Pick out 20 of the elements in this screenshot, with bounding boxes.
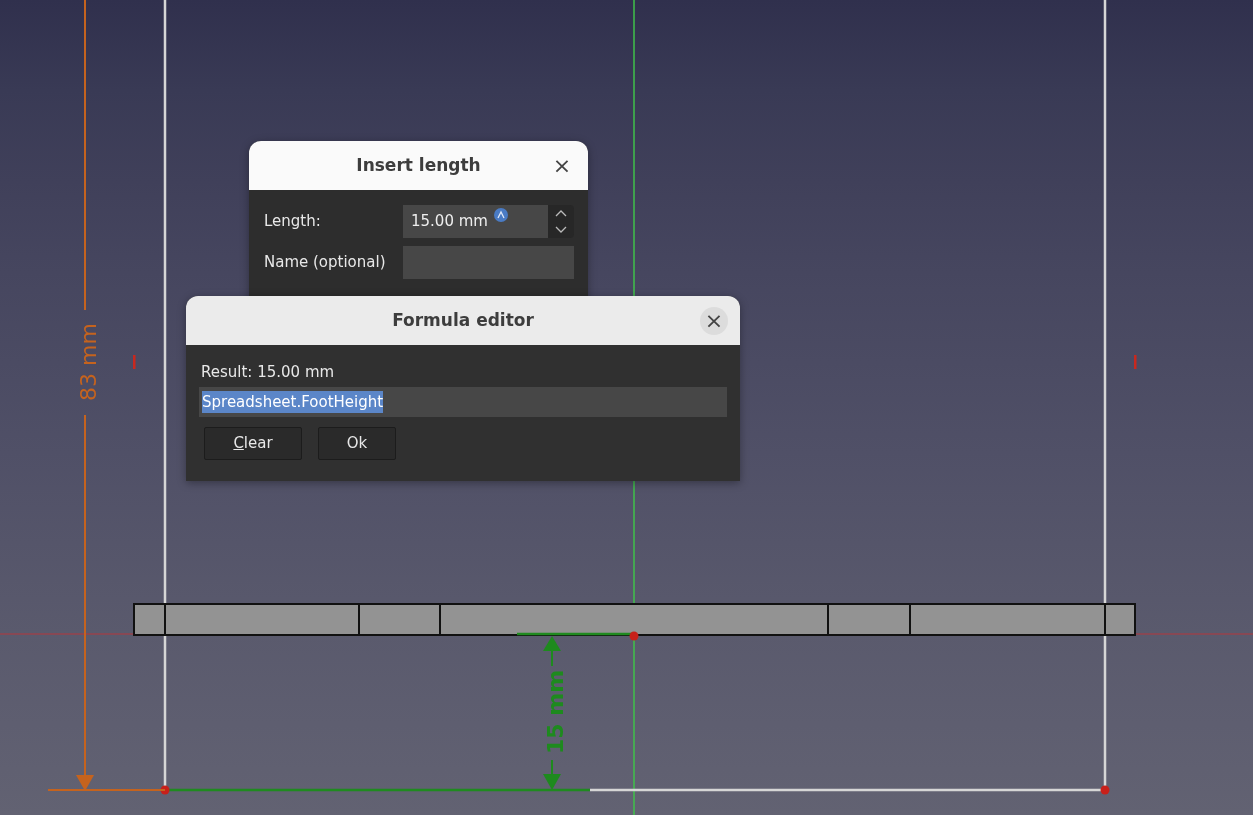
input-field[interactable]: 15.00 mm: [403, 205, 548, 238]
field-value: 15.00 mm: [411, 211, 488, 233]
close-button[interactable]: ×: [548, 151, 576, 180]
tick-mark: [1134, 355, 1137, 369]
input-field[interactable]: Spreadsheet.FootHeight: [199, 387, 727, 417]
expression-icon[interactable]: [493, 207, 508, 222]
result-text: Result: 15.00 mm: [201, 362, 336, 383]
input-field[interactable]: [403, 246, 574, 279]
spin-up-icon[interactable]: [553, 208, 569, 219]
dialog-button[interactable]: Clear: [204, 427, 302, 460]
close-button[interactable]: ×: [700, 306, 728, 335]
dialog-title: Formula editor: [392, 308, 534, 332]
sketch-point[interactable]: [629, 631, 639, 641]
field-label: Name (optional): [264, 252, 387, 274]
field-label: Length:: [264, 211, 322, 233]
sketch-point[interactable]: [1100, 785, 1110, 795]
dialog-button[interactable]: Ok: [318, 427, 396, 460]
tick-mark: [133, 355, 136, 369]
dialog-title: Insert length: [356, 153, 481, 177]
spin-down-icon[interactable]: [553, 224, 569, 235]
